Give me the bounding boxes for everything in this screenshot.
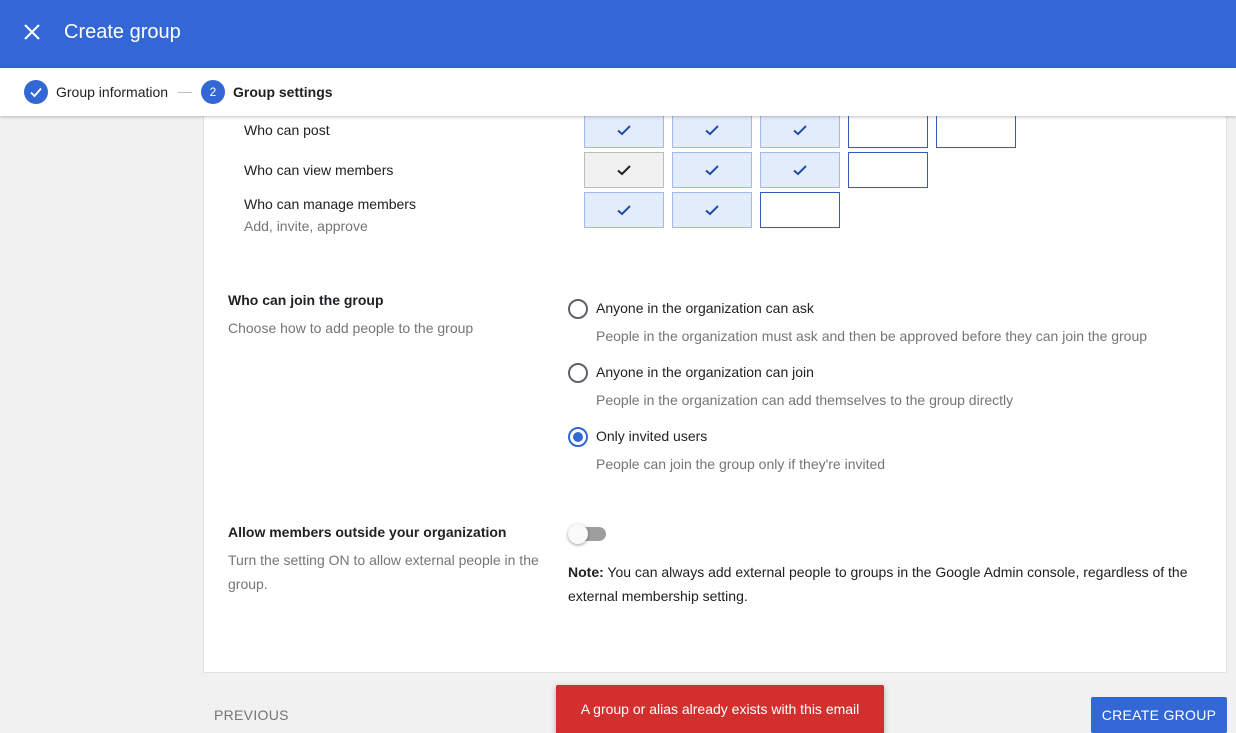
page-title: Create group	[64, 21, 181, 43]
perm-label-who-can-post: Who can post	[244, 122, 330, 138]
option-label-anyone-can-ask[interactable]: Anyone in the organization can ask	[596, 300, 814, 316]
post-permission-checkbox[interactable]	[936, 112, 1016, 148]
note-text: You can always add external people to gr…	[568, 564, 1188, 604]
manage-members-permission-checkbox[interactable]	[584, 192, 664, 228]
create-group-button[interactable]: CREATE GROUP	[1091, 697, 1227, 733]
check-icon	[617, 165, 631, 176]
post-permission-checkbox[interactable]	[760, 112, 840, 148]
post-permission-checkbox[interactable]	[848, 112, 928, 148]
option-description-anyone-can-ask: People in the organization must ask and …	[596, 328, 1148, 344]
check-icon	[705, 205, 719, 216]
check-icon	[793, 125, 807, 136]
error-snackbar: A group or alias already exists with thi…	[556, 685, 884, 733]
step-group-settings: Group settings	[233, 84, 333, 100]
step-group-information[interactable]: Group information	[56, 84, 168, 100]
option-label-only-invited-users[interactable]: Only invited users	[596, 428, 707, 444]
close-button[interactable]	[20, 20, 44, 44]
toggle-thumb	[568, 524, 588, 544]
view-members-permission-checkbox[interactable]	[672, 152, 752, 188]
view-members-permission-checkbox	[584, 152, 664, 188]
check-icon	[705, 125, 719, 136]
perm-label-who-can-manage-members: Who can manage members	[244, 196, 416, 212]
option-description-anyone-can-join: People in the organization can add thems…	[596, 392, 1014, 408]
check-icon	[705, 165, 719, 176]
view-members-permission-checkbox[interactable]	[760, 152, 840, 188]
check-icon	[30, 87, 42, 98]
post-permission-checkbox[interactable]	[584, 112, 664, 148]
post-permission-checkbox[interactable]	[672, 112, 752, 148]
radio-anyone-can-ask[interactable]	[568, 299, 588, 319]
perm-sublabel-manage-members: Add, invite, approve	[244, 218, 368, 234]
manage-members-permission-checkbox[interactable]	[760, 192, 840, 228]
check-icon	[617, 205, 631, 216]
external-members-toggle[interactable]	[568, 524, 606, 544]
external-note: Note: You can always add external people…	[568, 560, 1208, 608]
close-icon	[24, 24, 40, 40]
check-icon	[617, 125, 631, 136]
option-label-anyone-can-join[interactable]: Anyone in the organization can join	[596, 364, 814, 380]
radio-only-invited-users[interactable]	[568, 427, 588, 447]
step-connector	[178, 92, 192, 93]
external-section-description: Turn the setting ON to allow external pe…	[228, 552, 539, 592]
join-section-title: Who can join the group	[228, 292, 384, 308]
external-section-title: Allow members outside your organization	[228, 524, 507, 540]
radio-anyone-can-join[interactable]	[568, 363, 588, 383]
manage-members-permission-checkbox[interactable]	[672, 192, 752, 228]
check-icon	[793, 165, 807, 176]
perm-label-who-can-view-members: Who can view members	[244, 162, 394, 178]
step-2-number-badge: 2	[201, 80, 225, 104]
previous-button[interactable]: PREVIOUS	[214, 707, 289, 723]
view-members-permission-checkbox[interactable]	[848, 152, 928, 188]
step-1-completed-badge[interactable]	[24, 80, 48, 104]
top-app-bar: Create group	[0, 0, 1236, 68]
join-section-description: Choose how to add people to the group	[228, 320, 474, 336]
stepper: Group information 2 Group settings	[0, 68, 1236, 116]
option-description-only-invited-users: People can join the group only if they'r…	[596, 456, 886, 472]
note-label: Note:	[568, 564, 604, 580]
